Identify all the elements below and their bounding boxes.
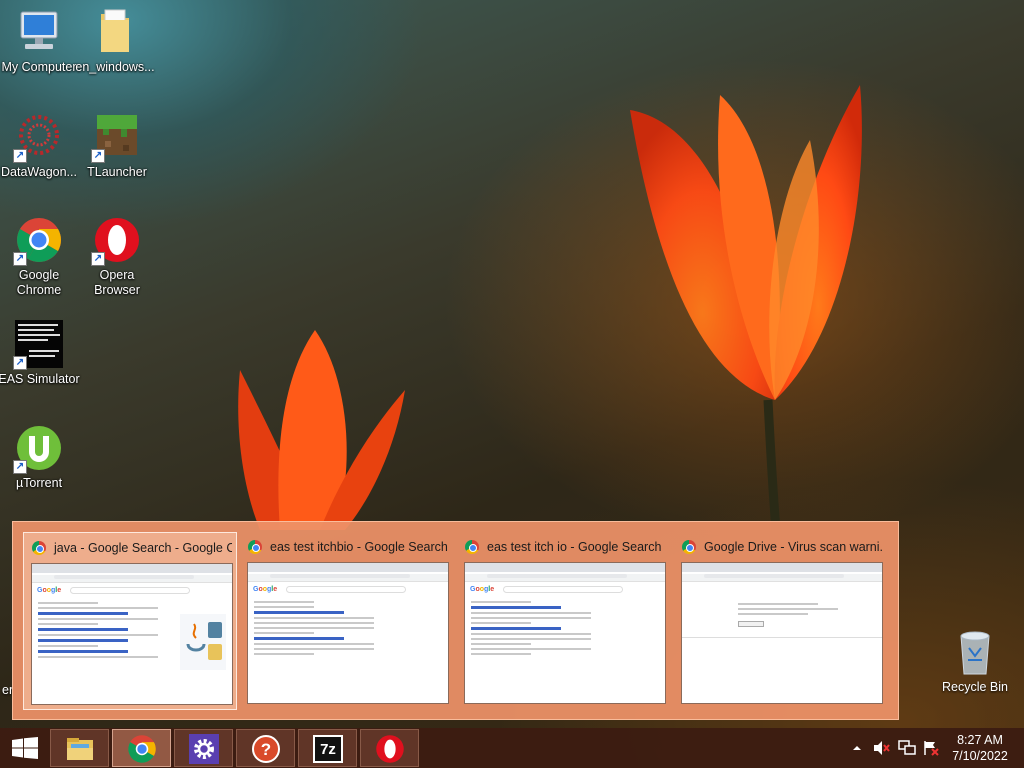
system-clock[interactable]: 8:27 AM 7/10/2022 [945, 732, 1015, 764]
eas-simulator-icon: ↗ [13, 320, 63, 370]
window-thumbnail-eas-test-itchbio[interactable]: eas test itchbio - Google Search ... Goo… [240, 532, 454, 710]
folder-icon [65, 734, 95, 764]
window-thumbnail-eas-test-itch-io[interactable]: eas test itch io - Google Search ... Goo… [457, 532, 671, 710]
desktop-icon-label: TLauncher [87, 165, 147, 179]
network-icon[interactable] [898, 740, 916, 756]
thumbnail-title: eas test itch io - Google Search ... [465, 538, 665, 556]
thumbnail-title: java - Google Search - Google C... [32, 539, 232, 557]
opera-icon [375, 734, 405, 764]
desktop-icon-opera-browser[interactable]: ↗ Opera Browser [76, 216, 158, 298]
window-preview: Google [247, 562, 449, 704]
help-icon: ? [251, 734, 281, 764]
chrome-icon [32, 541, 46, 555]
desktop-icon-label: My Computer [1, 60, 77, 74]
clock-date: 7/10/2022 [952, 749, 1008, 763]
shortcut-arrow-icon: ↗ [91, 252, 105, 266]
datawagon-icon: ↗ [13, 113, 63, 163]
shortcut-arrow-icon: ↗ [13, 149, 27, 163]
shortcut-arrow-icon: ↗ [91, 149, 105, 163]
windows-logo-icon [12, 737, 38, 759]
tlauncher-icon: ↗ [91, 113, 141, 163]
computer-icon [15, 8, 63, 56]
shortcut-arrow-icon: ↗ [13, 356, 27, 370]
taskbar-settings-button[interactable] [174, 729, 233, 767]
taskbar-opera-button[interactable] [360, 729, 419, 767]
window-preview: Google [464, 562, 666, 704]
taskbar-help-button[interactable]: ? [236, 729, 295, 767]
desktop-icon-label: EAS Simulator [0, 372, 80, 386]
opera-icon: ↗ [91, 216, 141, 266]
recycle-bin-label: Recycle Bin [942, 680, 1008, 694]
start-button[interactable] [0, 728, 48, 768]
java-logo-icon [180, 614, 226, 670]
chrome-icon [682, 540, 696, 554]
desktop-icon-label: en_windows... [75, 60, 155, 74]
taskbar: ? 7z 8:27 AM 7/10/2022 [0, 728, 1024, 768]
desktop-icon-recycle-bin[interactable]: Recycle Bin [940, 628, 1010, 694]
action-center-icon[interactable] [922, 740, 940, 756]
gear-icon [189, 734, 219, 764]
taskbar-7zip-button[interactable]: 7z [298, 729, 357, 767]
desktop-icon-tlauncher[interactable]: ↗ TLauncher [76, 113, 158, 180]
svg-text:?: ? [261, 740, 271, 759]
desktop-icon-folder[interactable]: en_windows... [74, 8, 156, 75]
desktop-icon-label: Opera Browser [94, 268, 140, 297]
desktop-icon-label: DataWagon... [1, 165, 77, 179]
desktop-icon-utorrent[interactable]: ↗ µTorrent [0, 424, 80, 491]
thumbnail-title: eas test itchbio - Google Search ... [248, 538, 448, 556]
folder-icon [91, 8, 139, 56]
wallpaper-tulip-small [220, 320, 420, 530]
recycle-bin-icon [955, 628, 995, 676]
taskbar-thumbnail-strip: java - Google Search - Google C... Googl… [12, 521, 899, 720]
chrome-icon: ↗ [13, 216, 63, 266]
desktop-icon-my-computer[interactable]: My Computer [0, 8, 80, 75]
thumbnail-title: Google Drive - Virus scan warni... [682, 538, 882, 556]
desktop-icon-google-chrome[interactable]: ↗ Google Chrome [0, 216, 80, 298]
window-preview [681, 562, 883, 704]
wallpaper-tulip-large [600, 80, 890, 531]
utorrent-icon: ↗ [13, 424, 63, 474]
desktop-icon-label: Google Chrome [16, 268, 62, 297]
chrome-icon [248, 540, 262, 554]
shortcut-arrow-icon: ↗ [13, 460, 27, 474]
desktop-icon-eas-simulator[interactable]: ↗ EAS Simulator [0, 320, 80, 387]
chevron-up-icon[interactable] [850, 740, 868, 756]
taskbar-chrome-button[interactable] [112, 729, 171, 767]
chrome-icon [465, 540, 479, 554]
window-thumbnail-google-drive[interactable]: Google Drive - Virus scan warni... [674, 532, 888, 710]
volume-muted-icon[interactable] [873, 740, 891, 756]
shortcut-arrow-icon: ↗ [13, 252, 27, 266]
window-preview: Google [31, 563, 233, 705]
7zip-icon: 7z [313, 735, 343, 763]
desktop-icon-datawagon[interactable]: ↗ DataWagon... [0, 113, 80, 180]
desktop-icon-label: µTorrent [15, 476, 63, 490]
clock-time: 8:27 AM [957, 733, 1003, 747]
chrome-icon [127, 734, 157, 764]
window-thumbnail-java-search[interactable]: java - Google Search - Google C... Googl… [23, 532, 237, 710]
taskbar-file-explorer-button[interactable] [50, 729, 109, 767]
